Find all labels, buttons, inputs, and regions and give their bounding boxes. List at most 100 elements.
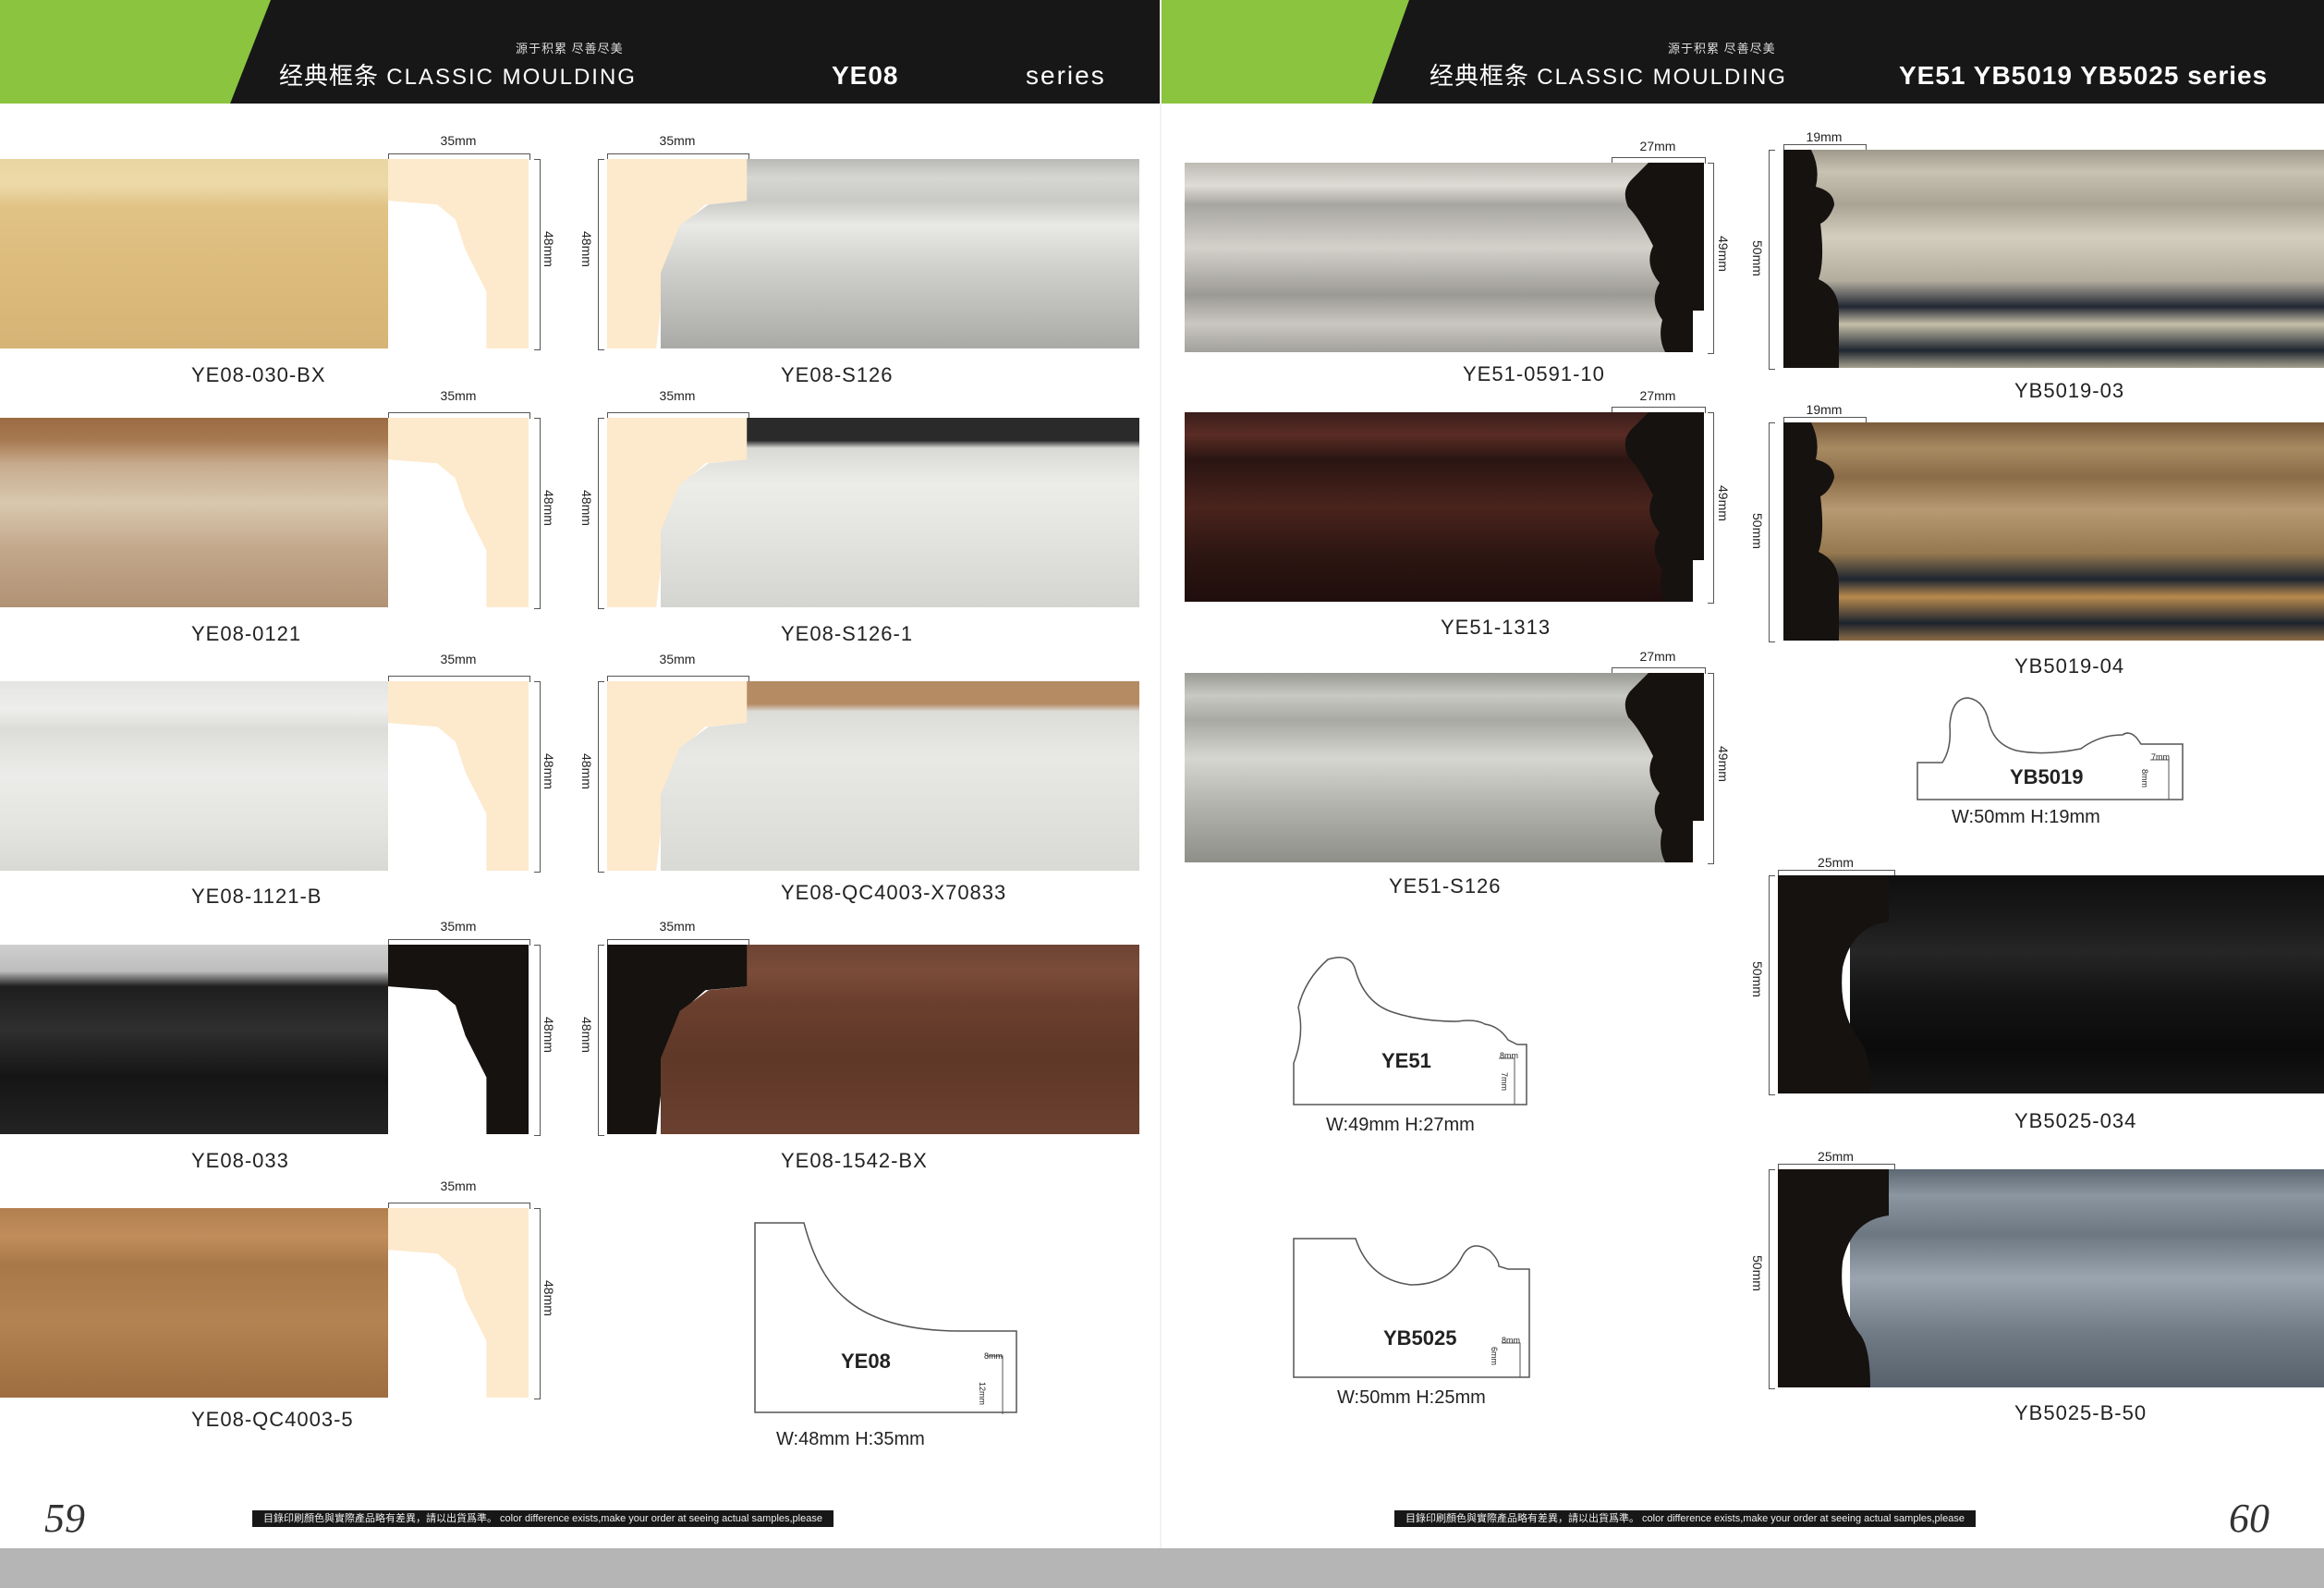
profile-yb5019: 7mm 8mm YB5019 W:50mm H:19mm: [1915, 693, 2220, 841]
width-dim: 35mm: [659, 919, 696, 934]
width-dim: 25mm: [1818, 855, 1854, 870]
profile-dims: W:49mm H:27mm: [1326, 1115, 1475, 1135]
page-header: 源于积累 尽善尽美 经典框条 CLASSIC MOULDING YE51 YB5…: [1162, 0, 2324, 104]
profile-dim-small: 7mm: [2151, 752, 2170, 762]
title-cn: 经典框条: [279, 62, 380, 90]
height-dim-line: [1708, 163, 1714, 354]
width-dim: 35mm: [440, 919, 477, 934]
product-ye08-1121-b: 35mm 48mm: [0, 652, 556, 920]
width-dim: 19mm: [1806, 402, 1843, 417]
profile-dim-small: 6mm: [1490, 1347, 1499, 1365]
height-dim: 48mm: [541, 231, 556, 267]
product-yb5019-03: 19mm 50mm: [1750, 129, 2324, 379]
width-dim-line: [607, 153, 749, 160]
height-dim: 50mm: [1750, 240, 1765, 276]
product-code: YE08-033: [191, 1149, 289, 1172]
width-dim: 35mm: [659, 652, 696, 666]
width-dim-line: [388, 412, 530, 419]
moulding-photo: [1850, 875, 2324, 1093]
bottom-band: [0, 1548, 2324, 1588]
profile-dim-small: 7mm: [1500, 1072, 1509, 1091]
product-code: YB5019-03: [2014, 379, 2125, 402]
product-code: YE08-1121-B: [191, 885, 322, 908]
section-profile: [1624, 412, 1704, 602]
page-header: 源于积累 尽善尽美 经典框条 CLASSIC MOULDING YE08 ser…: [0, 0, 1162, 104]
height-dim-line: [534, 1208, 541, 1399]
height-dim: 48mm: [579, 753, 594, 789]
height-dim: 49mm: [1716, 236, 1731, 272]
moulding-photo: [1185, 163, 1665, 352]
section-profile: [1624, 673, 1704, 862]
moulding-photo: [1185, 673, 1665, 862]
header-title: 经典框条 CLASSIC MOULDING: [1430, 57, 1787, 92]
title-cn: 经典框条: [1430, 62, 1530, 90]
height-dim-line: [1769, 150, 1775, 370]
product-code: YE08-S126: [781, 363, 894, 386]
height-dim-line: [1769, 1169, 1775, 1389]
height-dim-line: [1708, 412, 1714, 604]
catalog-page-left: 源于积累 尽善尽美 经典框条 CLASSIC MOULDING YE08 ser…: [0, 0, 1162, 1548]
section-profile: [388, 681, 529, 871]
header-green-accent: [1162, 0, 1409, 104]
moulding-photo: [1850, 1169, 2324, 1387]
section-profile: [388, 1208, 529, 1398]
width-dim: 35mm: [659, 133, 696, 148]
height-dim-line: [534, 945, 541, 1136]
product-ye08-qc4003-5: 35mm 48mm: [0, 1179, 556, 1447]
catalog-page-right: 源于积累 尽善尽美 经典框条 CLASSIC MOULDING YE51 YB5…: [1162, 0, 2324, 1548]
profile-dims: W:48mm H:35mm: [776, 1429, 925, 1449]
height-dim-line: [598, 681, 604, 873]
height-dim: 48mm: [541, 490, 556, 526]
moulding-photo: [0, 159, 388, 348]
profile-ye08: 8mm 12mm YE08 W:48mm H:35mm: [748, 1220, 1026, 1460]
width-dim: 27mm: [1639, 388, 1676, 403]
height-dim-line: [1769, 875, 1775, 1095]
profile-dims: W:50mm H:19mm: [1952, 807, 2100, 827]
product-code: YE08-030-BX: [191, 363, 326, 386]
product-code: YE08-1542-BX: [781, 1149, 928, 1172]
product-code: YE08-QC4003-X70833: [781, 881, 1007, 904]
width-dim: 35mm: [440, 388, 477, 403]
width-dim-line: [388, 939, 530, 946]
section-profile: [1778, 1169, 1889, 1387]
profile-dim-small: 8mm: [1502, 1336, 1520, 1345]
width-dim: 27mm: [1639, 139, 1676, 153]
height-dim-line: [534, 681, 541, 873]
product-code: YB5025-B-50: [2014, 1401, 2148, 1424]
moulding-photo: [0, 1208, 388, 1398]
profile-outline: [1293, 1238, 1530, 1378]
height-dim-line: [598, 159, 604, 350]
product-code: YE51-S126: [1389, 874, 1502, 898]
height-dim: 50mm: [1750, 513, 1765, 549]
disclaimer-note: 目錄印刷顏色與實際產品略有差異，請以出貨爲準。 color difference…: [252, 1510, 833, 1527]
height-dim-line: [598, 945, 604, 1136]
profile-name: YE08: [841, 1350, 891, 1373]
profile-ye51: 8mm 7mm YE51 W:49mm H:27mm: [1291, 952, 1587, 1146]
width-dim: 19mm: [1806, 129, 1843, 144]
header-green-accent: [0, 0, 271, 104]
title-en: CLASSIC MOULDING: [1537, 65, 1787, 90]
width-dim: 27mm: [1639, 649, 1676, 664]
height-dim: 48mm: [579, 490, 594, 526]
height-dim-line: [534, 159, 541, 350]
width-dim-line: [388, 153, 530, 160]
moulding-photo: [0, 945, 388, 1134]
section-profile: [388, 945, 529, 1134]
series-code: YE51 YB5019 YB5025 series: [1899, 61, 2269, 90]
product-ye08-s126-1: 35mm 48mm: [579, 388, 1150, 656]
product-ye51-1313: 27mm 49mm: [1185, 388, 1739, 619]
width-dim: 35mm: [440, 133, 477, 148]
height-dim: 50mm: [1750, 1255, 1765, 1291]
page-number: 60: [2229, 1496, 2269, 1541]
title-en: CLASSIC MOULDING: [386, 65, 637, 90]
height-dim: 48mm: [541, 1280, 556, 1316]
width-dim-line: [607, 939, 749, 946]
series-code: YE08: [832, 61, 899, 90]
width-dim-line: [388, 1203, 530, 1209]
height-dim: 48mm: [541, 1017, 556, 1053]
profile-outline: [754, 1222, 1017, 1414]
height-dim: 49mm: [1716, 746, 1731, 782]
height-dim: 49mm: [1716, 485, 1731, 521]
profile-dims: W:50mm H:25mm: [1337, 1387, 1486, 1408]
height-dim-line: [534, 418, 541, 609]
